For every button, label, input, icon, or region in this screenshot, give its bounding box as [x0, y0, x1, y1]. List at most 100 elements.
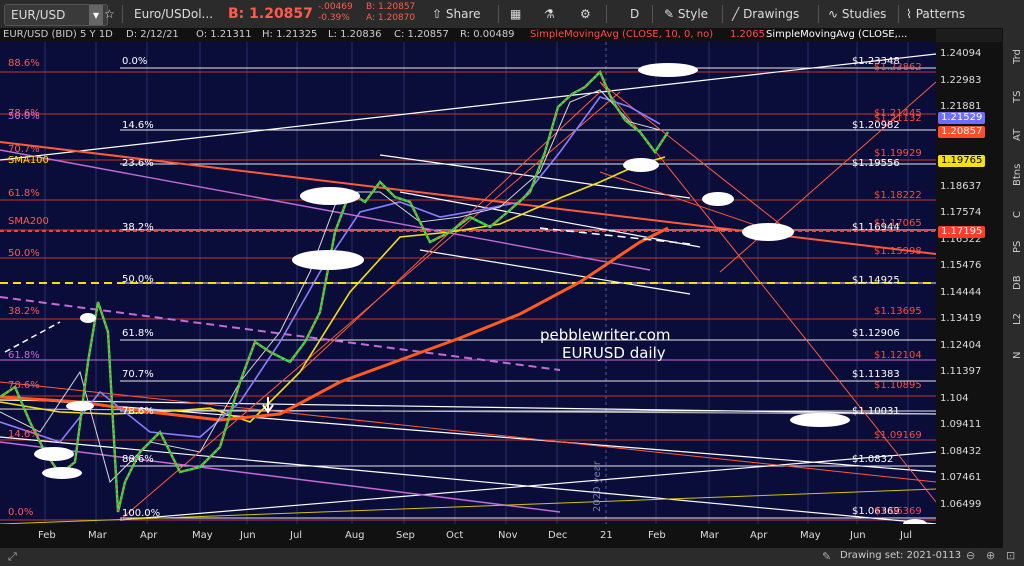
expand-icon[interactable]: ⤢: [8, 550, 17, 564]
sidebar-tab-n[interactable]: N: [1003, 340, 1024, 370]
fit-icon[interactable]: ⊡: [1006, 549, 1015, 562]
chart-subtitle: EURUSD daily: [562, 344, 666, 362]
info-date: D: 2/12/21: [126, 29, 179, 40]
price-axis-label: 1.06499: [940, 498, 982, 510]
fib-left-label: 38.2%: [8, 306, 40, 317]
fib-left-label: 88.6%: [8, 58, 40, 69]
change-block: -.00469 -0.39%: [318, 2, 353, 23]
time-axis-label: Sep: [396, 530, 415, 541]
watermark-text: pebblewriter.com: [540, 326, 671, 344]
symbol-selector[interactable]: EUR/USD ▾: [4, 4, 108, 26]
interval-button[interactable]: D: [630, 4, 639, 24]
time-axis-label: Nov: [498, 530, 518, 541]
sidebar-tab-at[interactable]: AT: [1003, 120, 1024, 150]
price-level-label-red: $1.10895: [874, 380, 922, 391]
fib-left-label: 78.6%: [8, 380, 40, 391]
fib-left-label: 50.0%: [8, 248, 40, 259]
fib-left-label: SMA100: [8, 155, 49, 166]
price-level-label-red: $1.13695: [874, 306, 922, 317]
sidebar-tab-ts[interactable]: TS: [1003, 82, 1024, 112]
fib-left-label: SMA200: [8, 216, 49, 227]
price-level-label-red: $1.17065: [874, 218, 922, 229]
pencil-icon[interactable]: ✎: [822, 550, 831, 563]
price-level-label: $1.0832: [852, 454, 893, 465]
settings-icon[interactable]: ⚙: [580, 4, 591, 24]
time-axis-label: Mar: [700, 530, 719, 541]
price-axis-label: 1.18637: [940, 180, 982, 192]
fib-left-label: 14.6%: [8, 429, 40, 440]
drawings-button[interactable]: ╱ Drawings: [732, 4, 799, 24]
zoom-out-icon[interactable]: ⊖: [966, 549, 975, 562]
patterns-label: Patterns: [915, 7, 966, 21]
price-chart-svg: pebblewriter.com EURUSD daily 2020 year …: [0, 42, 936, 524]
sidebar-tab-l2[interactable]: L2: [1003, 304, 1024, 334]
fib-mid-label: 0.0%: [122, 56, 147, 67]
share-button[interactable]: ⇧ Share: [432, 4, 481, 24]
fib-mid-label: 78.6%: [122, 406, 154, 417]
fib-mid-label: 61.8%: [122, 328, 154, 339]
quote-block: B: 1.20857 A: 1.20870: [366, 2, 416, 23]
time-axis-label: Feb: [648, 530, 666, 541]
sma1-label: SimpleMovingAvg (CLOSE, 10, 0, no): [530, 29, 714, 40]
sma1-value: 1.2065: [730, 29, 765, 40]
sidebar-tab-c[interactable]: C: [1003, 200, 1024, 230]
fib-left-label: 61.8%: [8, 188, 40, 199]
price-axis-label: 1.17574: [940, 207, 982, 218]
target-ellipses: [34, 63, 927, 524]
time-axis-label: Mar: [88, 530, 107, 541]
time-axis-label: Jun: [850, 530, 866, 541]
studies-button[interactable]: ∿ Studies: [828, 4, 886, 24]
top-toolbar: EUR/USD ▾ ☆ Euro/USDol... B: 1.20857 -.0…: [0, 0, 1024, 29]
time-axis-label: Dec: [548, 530, 568, 541]
price-level-label: $1.11383: [852, 369, 900, 380]
price-axis-label: 1.13419: [940, 313, 982, 324]
style-button[interactable]: ✎ Style: [664, 4, 708, 24]
sidebar-tab-btns[interactable]: Btns: [1003, 160, 1024, 190]
price-level-label-red: $1.12104: [874, 350, 922, 361]
time-axis-label: May: [800, 530, 821, 541]
price-level-label-red: $1.15998: [874, 246, 922, 257]
sma2-label: SimpleMovingAvg (CLOSE,...: [766, 29, 908, 40]
price-level-label-red: $1.21132: [874, 113, 922, 124]
star-icon[interactable]: ☆: [104, 4, 115, 24]
time-axis-label: Jul: [290, 530, 303, 541]
fib-mid-label: 23.6%: [122, 158, 154, 169]
white-dashed-segment: [4, 321, 61, 353]
price-axis-label: 1.11397: [940, 366, 982, 377]
chart-canvas[interactable]: pebblewriter.com EURUSD daily 2020 year …: [0, 42, 936, 524]
drawing-set-label[interactable]: Drawing set: 2021-0113: [840, 550, 961, 561]
fib-lines-white: [120, 67, 936, 519]
chart-title: EUR/USD (BID) 5 Y 1D: [3, 29, 113, 40]
fib-mid-label: 38.2%: [122, 222, 154, 233]
time-axis[interactable]: Feb Mar Apr May Jun Jul Aug Sep Oct Nov Dec 21 Feb Ma…: [0, 524, 1002, 548]
grid-icon[interactable]: ▦: [510, 4, 521, 24]
footer-bar: ⤢ ✎ Drawing set: 2021-0113 ⊖ ⊕ ⊡: [0, 548, 1024, 566]
time-axis-label: Jun: [240, 530, 256, 541]
price-axis-label: 1.07461: [940, 472, 982, 483]
style-label: Style: [677, 7, 709, 21]
chart-info-bar: EUR/USD (BID) 5 Y 1D D: 2/12/21 O: 1.213…: [0, 28, 936, 42]
price-axis-label: 1.08432: [940, 445, 982, 457]
year-label: 2020 year: [592, 460, 603, 512]
price-level-label: $1.19556: [852, 158, 900, 169]
patterns-button[interactable]: ⌇ Patterns: [906, 4, 965, 24]
sidebar-tab-db[interactable]: DB: [1003, 268, 1024, 298]
price-axis-label: 1.09411: [940, 419, 982, 430]
zoom-in-icon[interactable]: ⊕: [986, 549, 995, 562]
price-level-label-red: $1.23862: [874, 62, 922, 73]
flask-icon[interactable]: ⚗: [544, 4, 555, 24]
price-level-label: $1.12906: [852, 328, 900, 339]
time-axis-label: Apr: [750, 530, 768, 541]
change-percent: -0.39%: [318, 13, 350, 23]
fib-mid-label: 100.0%: [122, 508, 160, 519]
price-axis[interactable]: 1.240941.229831.218811.207701.197651.186…: [936, 42, 1002, 524]
quote-bid: B: 1.20857: [366, 2, 416, 12]
drawings-icon: ╱: [732, 7, 740, 21]
style-icon: ✎: [664, 7, 675, 21]
time-axis-label: Apr: [140, 530, 158, 541]
time-axis-label: 21: [600, 530, 613, 541]
share-icon: ⇧: [432, 7, 443, 21]
bid-price: B: 1.20857: [228, 6, 313, 22]
sidebar-tab-ps[interactable]: PS: [1003, 232, 1024, 262]
sidebar-tab-trd[interactable]: Trd: [1003, 42, 1024, 72]
